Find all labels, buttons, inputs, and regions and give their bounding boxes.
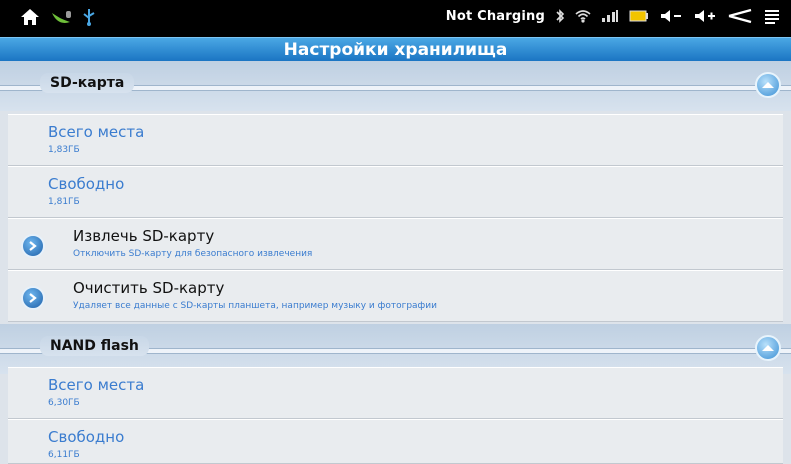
volume-down-icon[interactable]	[659, 8, 683, 24]
list-item-title: Очистить SD-карту	[73, 279, 225, 297]
list-item-erase-sd[interactable]: Очистить SD-карту Удаляет все данные с S…	[8, 270, 783, 322]
list-item-title: Свободно	[48, 428, 125, 446]
charging-status: Not Charging	[445, 8, 545, 24]
section-header-sd-card: SD-карта	[40, 73, 135, 93]
chevron-right-icon	[21, 234, 45, 258]
list-item-subtitle: 1,81ГБ	[48, 197, 80, 207]
list-item-title: Всего места	[48, 123, 145, 141]
wifi-icon	[575, 9, 591, 23]
list-item-nand-total-space[interactable]: Всего места 6,30ГБ	[8, 367, 783, 419]
list-item-subtitle: 1,83ГБ	[48, 145, 80, 155]
chevron-right-icon	[21, 286, 45, 310]
home-icon[interactable]	[20, 8, 40, 26]
back-icon[interactable]	[727, 8, 753, 24]
status-left	[20, 8, 96, 26]
status-right: Not Charging	[446, 8, 781, 24]
status-bar: Not Charging	[0, 0, 791, 37]
list-item-unmount-sd[interactable]: Извлечь SD-карту Отключить SD-карту для …	[8, 218, 783, 270]
list-item-title: Всего места	[48, 376, 145, 394]
title-bar: Настройки хранилища	[0, 37, 791, 62]
android-debug-icon	[50, 8, 72, 26]
section-sd-card: SD-карта	[0, 61, 791, 111]
list-item-total-space[interactable]: Всего места 1,83ГБ	[8, 114, 783, 166]
volume-up-icon[interactable]	[693, 8, 717, 24]
usb-icon	[82, 8, 96, 26]
menu-icon[interactable]	[763, 8, 781, 24]
page-title: Настройки хранилища	[283, 39, 508, 60]
collapse-button-nand-flash[interactable]	[755, 335, 781, 361]
signal-icon	[601, 9, 619, 23]
settings-list: SD-карта Всего места 1,83ГБ Свободно 1,8…	[0, 61, 791, 464]
list-item-nand-free-space[interactable]: Свободно 6,11ГБ	[8, 419, 783, 464]
section-header-nand-flash: NAND flash	[40, 336, 149, 356]
list-item-subtitle: 6,11ГБ	[48, 450, 80, 460]
list-item-subtitle: Удаляет все данные с SD-карты планшета, …	[73, 301, 437, 311]
list-item-subtitle: Отключить SD-карту для безопасного извле…	[73, 249, 313, 259]
list-item-title: Извлечь SD-карту	[73, 227, 215, 245]
list-item-subtitle: 6,30ГБ	[48, 398, 80, 408]
list-item-title: Свободно	[48, 175, 125, 193]
collapse-button-sd-card[interactable]	[755, 72, 781, 98]
bluetooth-icon	[555, 8, 565, 24]
list-item-free-space[interactable]: Свободно 1,81ГБ	[8, 166, 783, 218]
battery-icon	[629, 10, 649, 22]
